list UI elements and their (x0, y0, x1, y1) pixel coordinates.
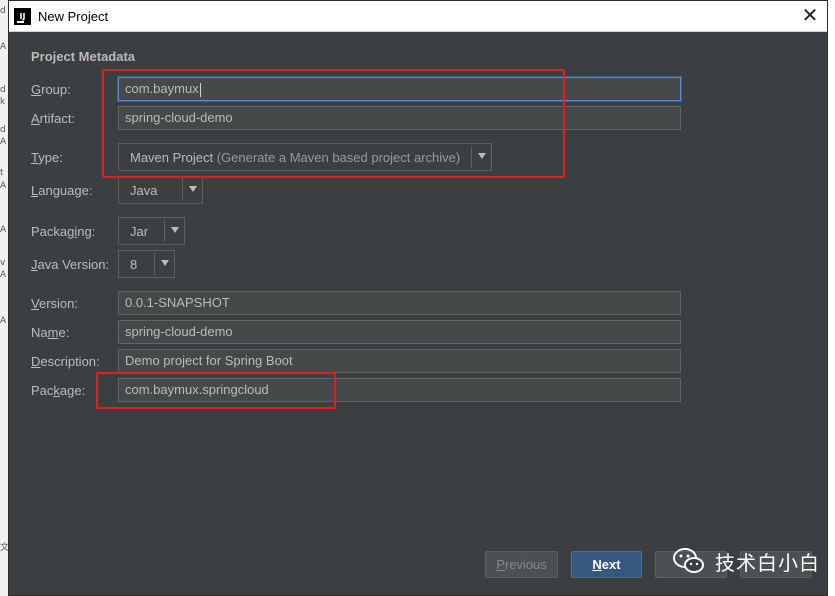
type-label: Type: (31, 150, 63, 165)
close-button[interactable]: ✕ (793, 1, 827, 32)
intellij-app-icon: IJ (14, 8, 31, 25)
chevron-down-icon (189, 186, 197, 192)
version-label: Version: (31, 296, 78, 311)
name-label: Name: (31, 325, 70, 340)
background-text: k (0, 97, 6, 107)
next-button[interactable]: Next (571, 551, 642, 578)
background-text: A (0, 42, 7, 52)
new-project-dialog: IJ New Project ✕ Project Metadata Group:… (8, 0, 828, 596)
background-text: A (0, 270, 7, 280)
packaging-select[interactable]: Jar (118, 217, 185, 245)
window-title: New Project (38, 9, 109, 24)
close-icon: ✕ (801, 3, 819, 27)
description-input[interactable]: Demo project for Spring Boot (118, 349, 681, 373)
language-selected-value: Java (130, 183, 158, 198)
highlight-box-group-type (102, 69, 565, 178)
background-text: A (0, 137, 7, 147)
packaging-label: Packaging: (31, 224, 96, 239)
background-text: v (0, 258, 6, 268)
version-input[interactable]: 0.0.1-SNAPSHOT (118, 291, 681, 315)
description-label: Description: (31, 354, 100, 369)
title-bar: IJ New Project ✕ (9, 1, 827, 32)
packaging-selected-value: Jar (130, 224, 149, 239)
background-text: A (0, 316, 7, 326)
chevron-down-icon (161, 260, 169, 266)
highlight-box-package (96, 372, 336, 409)
java-version-select[interactable]: 8 (118, 250, 175, 278)
wechat-icon (673, 548, 704, 573)
app-icon-letters: IJ (19, 12, 26, 21)
name-input[interactable]: spring-cloud-demo (118, 320, 681, 344)
background-text: d (0, 85, 6, 95)
chevron-down-icon (171, 227, 179, 233)
previous-button[interactable]: Previous (485, 551, 558, 578)
background-text: t (0, 168, 4, 178)
background-text: A (0, 225, 7, 235)
artifact-label: Artifact: (31, 111, 76, 126)
group-label: Group: (31, 82, 71, 97)
background-text: d (0, 125, 6, 135)
language-label: Language: (31, 183, 93, 198)
background-text: A (0, 181, 7, 191)
section-title: Project Metadata (31, 49, 136, 64)
background-text: d (0, 6, 6, 16)
language-select[interactable]: Java (118, 176, 203, 204)
java-version-selected-value: 8 (130, 257, 138, 272)
java-version-label: Java Version: (31, 257, 110, 272)
package-label: Package: (31, 383, 86, 398)
watermark-text: 技术白小白 (715, 551, 820, 575)
